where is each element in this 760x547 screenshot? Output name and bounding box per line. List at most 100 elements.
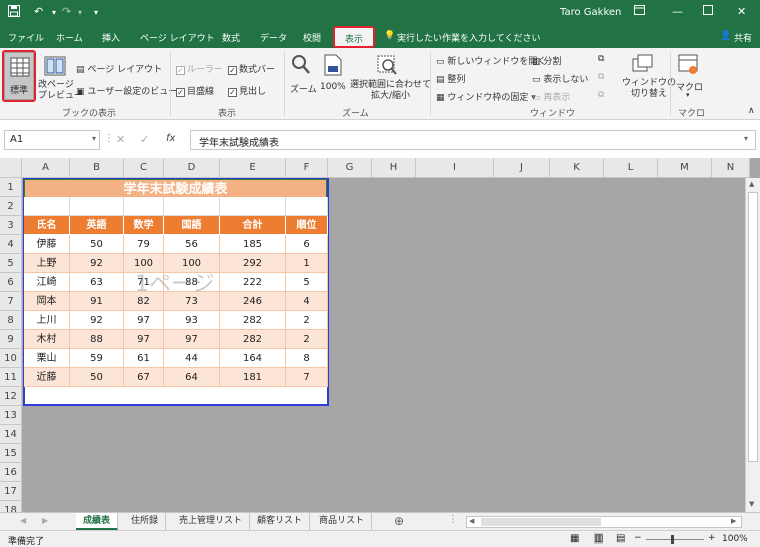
tab-formulas[interactable]: 数式	[222, 31, 240, 44]
vertical-scrollbar[interactable]: ▲ ▼	[745, 178, 760, 512]
score-cell[interactable]: 97	[164, 330, 220, 349]
row-header[interactable]: 14	[0, 425, 22, 444]
macros-button[interactable]: マクロ ▾	[674, 52, 704, 100]
tab-home[interactable]: ホーム	[56, 31, 83, 44]
score-cell[interactable]: 73	[164, 292, 220, 311]
worksheet-grid[interactable]: ABCDEFGHIJKLMN 1 2 3 4 5 6 7 8 9 10 11 12 13 14 15 16 17…	[0, 158, 760, 512]
score-cell[interactable]: 56	[164, 235, 220, 254]
name-cell[interactable]: 伊藤	[24, 235, 70, 254]
maximize-icon[interactable]	[703, 5, 713, 18]
score-cell[interactable]: 71	[124, 273, 164, 292]
page-break-status-icon[interactable]: ▥	[594, 533, 604, 544]
row-header[interactable]: 12	[0, 387, 22, 406]
score-cell[interactable]: 164	[220, 349, 286, 368]
redo-icon[interactable]: ↷	[62, 5, 71, 18]
table-header-cell[interactable]: 英語	[70, 216, 124, 235]
score-cell[interactable]: 222	[220, 273, 286, 292]
empty-cell[interactable]	[220, 197, 286, 216]
score-cell[interactable]: 6	[286, 235, 328, 254]
freeze-panes-button[interactable]: ▦ ウィンドウ枠の固定 ▾	[436, 90, 536, 104]
score-cell[interactable]: 2	[286, 311, 328, 330]
score-cell[interactable]: 8	[286, 349, 328, 368]
name-cell[interactable]: 木村	[24, 330, 70, 349]
view-side-by-side-icon[interactable]: ⧉	[598, 54, 604, 64]
row-header[interactable]: 18	[0, 501, 22, 512]
column-header[interactable]: A	[22, 158, 70, 178]
sheet-tab-products[interactable]: 商品リスト	[312, 513, 373, 530]
name-box-dropdown-icon[interactable]: ▾	[92, 134, 96, 143]
horizontal-scrollbar[interactable]: ◀ ▶	[466, 516, 742, 528]
scroll-down-icon[interactable]: ▼	[749, 500, 754, 508]
name-cell[interactable]: 岡本	[24, 292, 70, 311]
score-cell[interactable]: 2	[286, 330, 328, 349]
row-header[interactable]: 5	[0, 254, 22, 273]
new-sheet-icon[interactable]: ⊕	[394, 514, 404, 528]
page-break-preview-button[interactable]: 改ページ プレビュー	[38, 52, 83, 102]
name-cell[interactable]: 江崎	[24, 273, 70, 292]
prev-sheet-icon[interactable]: ◀	[20, 516, 26, 525]
horizontal-scroll-thumb[interactable]	[481, 518, 601, 526]
score-cell[interactable]: 100	[124, 254, 164, 273]
page-layout-view-button[interactable]: ▤ ページ レイアウト	[76, 62, 162, 76]
select-all-corner[interactable]	[0, 158, 22, 178]
gridlines-checkbox[interactable]: ✓ 目盛線	[176, 84, 214, 97]
arrange-all-button[interactable]: ▤ 整列	[436, 72, 465, 86]
table-header-cell[interactable]: 数学	[124, 216, 164, 235]
row-header[interactable]: 7	[0, 292, 22, 311]
share-button[interactable]: 共有	[734, 31, 752, 44]
redo-dropdown-icon[interactable]: ▾	[78, 8, 82, 17]
formula-bar-checkbox[interactable]: ✓ 数式バー	[228, 62, 275, 75]
column-header[interactable]: I	[416, 158, 494, 178]
vertical-scroll-thumb[interactable]	[748, 192, 758, 462]
column-header[interactable]: J	[494, 158, 550, 178]
scroll-left-icon[interactable]: ◀	[469, 517, 474, 525]
score-cell[interactable]: 4	[286, 292, 328, 311]
normal-view-status-icon[interactable]: ▦	[570, 533, 579, 544]
row-header[interactable]: 3	[0, 216, 22, 235]
save-icon[interactable]	[8, 5, 20, 20]
column-header[interactable]: K	[550, 158, 604, 178]
score-cell[interactable]: 93	[164, 311, 220, 330]
row-header[interactable]: 6	[0, 273, 22, 292]
row-header[interactable]: 4	[0, 235, 22, 254]
hide-button[interactable]: ▭ 表示しない	[532, 72, 588, 86]
name-cell[interactable]: 近藤	[24, 368, 70, 387]
name-cell[interactable]: 上川	[24, 311, 70, 330]
row-header[interactable]: 11	[0, 368, 22, 387]
reset-window-position-icon[interactable]: ⧉	[598, 90, 604, 100]
score-cell[interactable]: 292	[220, 254, 286, 273]
unhide-button[interactable]: ▭ 再表示	[532, 90, 570, 104]
row-header[interactable]: 13	[0, 406, 22, 425]
empty-cell[interactable]	[24, 197, 70, 216]
score-cell[interactable]: 61	[124, 349, 164, 368]
score-cell[interactable]: 88	[164, 273, 220, 292]
row-header[interactable]: 17	[0, 482, 22, 501]
switch-windows-button[interactable]: ウィンドウの 切り替え	[618, 52, 676, 102]
column-header[interactable]: D	[164, 158, 220, 178]
score-cell[interactable]: 92	[70, 254, 124, 273]
score-cell[interactable]: 63	[70, 273, 124, 292]
score-cell[interactable]: 67	[124, 368, 164, 387]
zoom-level[interactable]: 100%	[722, 534, 748, 544]
undo-icon[interactable]: ↶	[34, 5, 43, 18]
cancel-icon[interactable]: ✕	[116, 133, 125, 146]
empty-cell[interactable]	[124, 197, 164, 216]
sheet-tab-grades[interactable]: 成績表	[76, 513, 119, 530]
zoom-slider-thumb[interactable]	[671, 535, 674, 544]
zoom-to-selection-button[interactable]: 選択範囲に合わせて 拡大/縮小	[350, 52, 431, 102]
empty-cell[interactable]	[286, 197, 328, 216]
tab-insert[interactable]: 挿入	[102, 31, 120, 44]
sheet-title-cell[interactable]: 学年末試験成績表	[24, 179, 327, 198]
expand-formula-bar-icon[interactable]: ▾	[744, 134, 748, 143]
row-header[interactable]: 15	[0, 444, 22, 463]
tab-view[interactable]: 表示	[333, 26, 376, 48]
collapse-ribbon-icon[interactable]: ∧	[748, 106, 755, 116]
column-header[interactable]: H	[372, 158, 416, 178]
zoom-out-icon[interactable]: −	[634, 533, 642, 543]
zoom-in-icon[interactable]: +	[708, 533, 716, 543]
score-cell[interactable]: 64	[164, 368, 220, 387]
score-cell[interactable]: 88	[70, 330, 124, 349]
synchronous-scrolling-icon[interactable]: ⧉	[598, 72, 604, 82]
undo-dropdown-icon[interactable]: ▾	[52, 8, 56, 17]
score-cell[interactable]: 282	[220, 311, 286, 330]
